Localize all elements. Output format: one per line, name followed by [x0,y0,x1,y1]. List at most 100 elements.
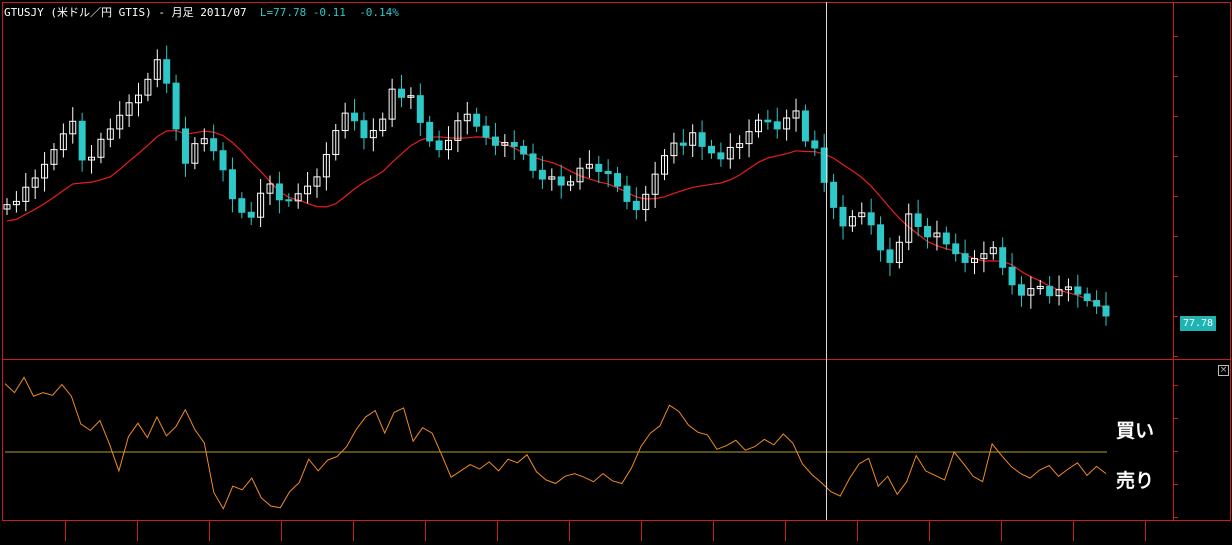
candle [41,152,49,192]
candle-body [867,212,875,226]
candle-body [698,132,706,147]
candle [698,120,706,160]
candle [576,157,584,190]
candle-body [877,224,885,251]
candle [491,122,499,156]
candle [1102,291,1110,326]
candle [1017,276,1025,307]
candle-body [360,120,368,139]
candle [398,74,406,108]
candle [360,112,368,150]
candle [191,137,199,170]
candle [116,101,124,139]
candle [463,101,471,135]
candle-body [247,211,255,218]
candle [50,143,58,171]
candle-body [538,169,546,180]
candle [670,132,678,164]
candle [679,128,687,156]
candle-body [491,136,499,146]
candle [905,203,913,251]
candle [567,175,575,192]
candle-body [952,243,960,255]
candle [707,139,715,159]
candle [1064,278,1072,302]
candle [745,119,753,158]
candle [595,155,603,184]
close-icon[interactable]: × [1218,365,1229,376]
candle-body [172,82,180,130]
candle [294,183,302,209]
candle-body [426,121,434,142]
candle [980,241,988,273]
candle [12,191,20,213]
candle-body [1017,284,1025,296]
candle [585,150,593,178]
candle [792,98,800,132]
candle-body [773,121,781,130]
candle-body [914,213,922,227]
candle [144,72,152,102]
candle [351,98,359,131]
candle [228,157,236,213]
candle [444,126,452,160]
candle-body [961,253,969,263]
candle-body [351,112,359,122]
candle [285,193,293,207]
candle-body [1046,285,1054,297]
candle [717,142,725,167]
candle-body [529,153,537,171]
candle-body [398,88,406,98]
candle [341,102,349,139]
candle [257,179,265,228]
last-price: L=77.78 [259,6,307,19]
candle [97,132,105,164]
candle [632,187,640,220]
candle [623,175,631,210]
candle-body [614,173,622,187]
candle-body [482,125,490,138]
chart-canvas[interactable] [0,0,1232,541]
candle [135,82,143,117]
candle [379,112,387,137]
candle-body [238,198,246,213]
candle [989,241,997,260]
candle [942,226,950,250]
candle [830,173,838,220]
chart-panel[interactable]: GTUSJY (米ドル／円 GTIS) - 月足 2011/07 L=77.78… [0,0,1232,541]
candle-body [839,206,847,227]
candle-body [830,181,838,208]
candle [651,161,659,208]
chart-header: GTUSJY (米ドル／円 GTIS) - 月足 2011/07 L=77.78… [4,4,399,20]
candle-body [1093,300,1101,307]
candle-body [219,150,227,171]
candle-body [510,142,518,147]
candle-body [416,95,424,123]
candle [3,198,11,216]
candle [1074,274,1082,308]
candle [529,143,537,179]
candle [247,201,255,226]
candle [454,112,462,153]
candle [773,107,781,139]
price-change: -0.11 [312,6,346,19]
candle [520,139,528,160]
candle [69,107,77,144]
candle [557,164,565,199]
candle-body [275,183,283,201]
price-change-pct: -0.14% [359,6,399,19]
candle [961,239,969,273]
oscillator-line [4,376,1107,510]
candle [369,118,377,152]
candle-body [435,140,443,151]
candle [210,124,218,161]
candle [970,250,978,275]
candle [59,123,67,158]
candle [1093,290,1101,314]
candle [31,169,39,199]
candle [999,237,1007,276]
candle [238,192,246,219]
candle [783,109,791,141]
candle [275,171,283,214]
candle [78,112,86,172]
